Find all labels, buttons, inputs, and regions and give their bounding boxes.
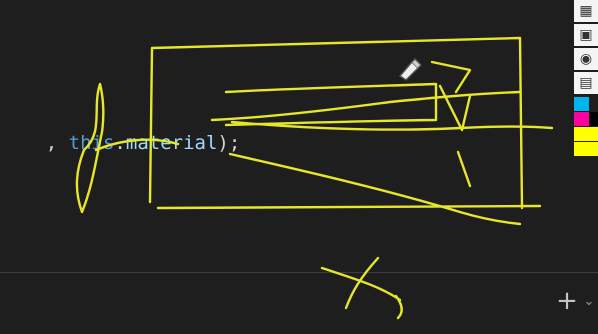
color-swatch-yellow[interactable] — [574, 127, 589, 141]
printer-icon[interactable]: ▦ — [574, 0, 598, 22]
code-line: , this.material); — [0, 107, 241, 154]
pen-cursor-icon — [398, 58, 422, 81]
code-token-punctuation: ); — [217, 132, 241, 154]
color-swatch-cyan[interactable] — [574, 97, 589, 111]
chevron-down-icon[interactable]: ⌄ — [582, 292, 596, 312]
device-icon[interactable]: ▣ — [574, 24, 598, 46]
code-token-property: material — [125, 132, 218, 154]
add-icon[interactable]: + — [556, 288, 578, 314]
annotation-toolbar: ▦ ▣ ◉ ▤ — [568, 0, 598, 160]
color-swatch-yellow[interactable] — [589, 127, 598, 141]
bottom-panel — [0, 273, 598, 334]
camera-icon[interactable]: ◉ — [574, 48, 598, 70]
color-swatch-yellow[interactable] — [574, 142, 598, 156]
code-token-keyword: this — [68, 132, 115, 154]
code-token-punctuation: . — [114, 132, 126, 154]
color-swatch-magenta[interactable] — [574, 112, 589, 126]
code-editor[interactable]: , this.material); — [0, 0, 598, 272]
color-swatch-black[interactable] — [589, 112, 598, 126]
clipboard-icon[interactable]: ▤ — [574, 72, 598, 94]
code-token-punctuation: , — [45, 132, 69, 154]
